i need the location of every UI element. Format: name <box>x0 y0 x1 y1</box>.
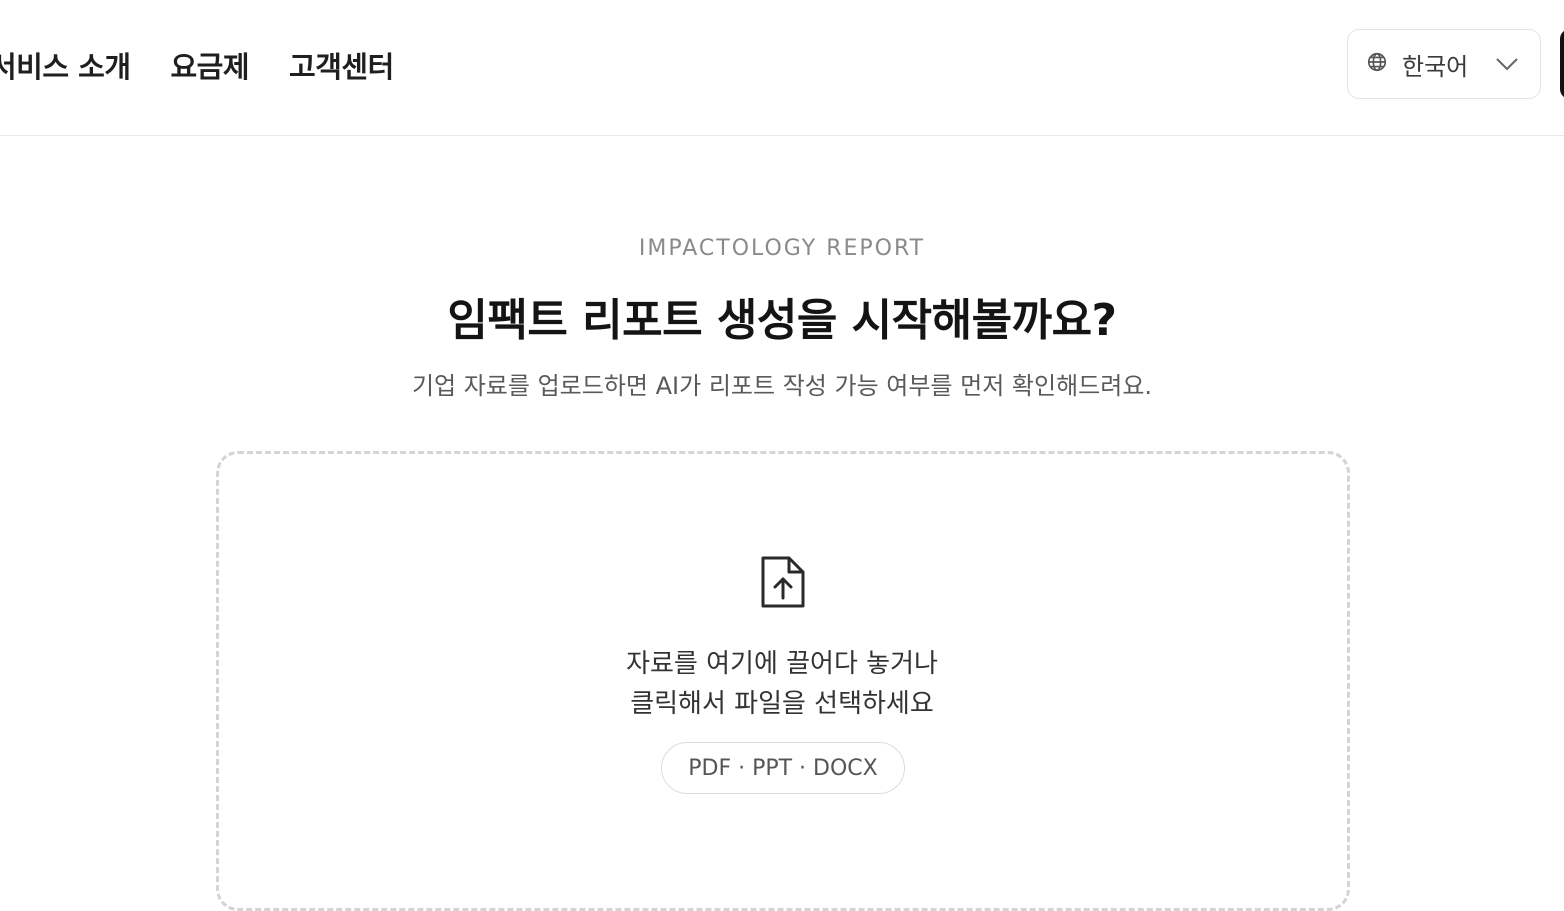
chevron-down-icon <box>1494 55 1520 77</box>
language-label: 한국어 <box>1402 52 1469 81</box>
page-title: 임팩트 리포트 생성을 시작해볼까요? <box>447 295 1117 346</box>
main-nav: 서비스 소개 요금제 고객센터 <box>0 44 394 86</box>
nav-item-service-intro[interactable]: 서비스 소개 <box>0 44 131 86</box>
file-upload-icon <box>757 553 809 611</box>
top-header: 서비스 소개 요금제 고객센터 한국어 <box>0 0 1564 136</box>
login-button[interactable] <box>1560 29 1564 99</box>
page-subtitle: 기업 자료를 업로드하면 AI가 리포트 작성 가능 여부를 먼저 확인해드려요… <box>411 372 1153 400</box>
dropzone-instruction-line2: 클릭해서 파일을 선택하세요 <box>630 689 934 719</box>
language-select[interactable]: 한국어 <box>1347 29 1541 99</box>
supported-formats-badge: PDF · PPT · DOCX <box>661 742 905 794</box>
dropzone-instruction-line1: 자료를 여기에 끌어다 놓거나 <box>626 649 938 679</box>
eyebrow-label: IMPACTOLOGY REPORT <box>638 236 926 261</box>
nav-item-pricing[interactable]: 요금제 <box>171 44 250 86</box>
file-dropzone[interactable] <box>216 451 1350 911</box>
supported-formats-label: PDF · PPT · DOCX <box>688 755 878 781</box>
globe-icon <box>1366 51 1388 77</box>
nav-item-support[interactable]: 고객센터 <box>289 44 394 86</box>
